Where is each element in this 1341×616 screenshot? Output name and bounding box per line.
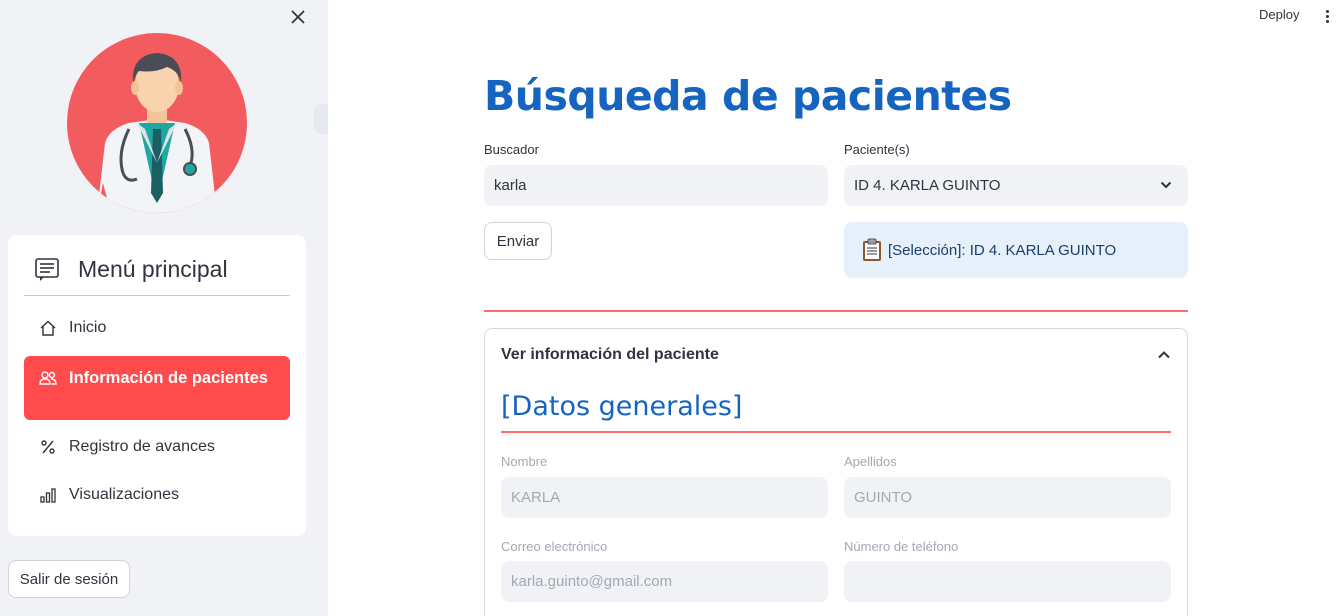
deploy-button[interactable]: Deploy	[1259, 7, 1299, 22]
telefono-label: Número de teléfono	[844, 539, 959, 554]
nombre-field[interactable]: KARLA	[501, 477, 828, 518]
menu-item-label: Visualizaciones	[69, 486, 179, 503]
menu-item-label: Inicio	[69, 319, 107, 336]
patients-select-label: Paciente(s)	[844, 142, 910, 157]
correo-label: Correo electrónico	[501, 539, 608, 554]
main-menu: Menú principal Inicio Información de pac…	[8, 235, 306, 536]
patients-select-value: ID 4. KARLA GUINTO	[854, 177, 1001, 194]
kebab-menu-icon[interactable]	[1321, 6, 1333, 26]
expander-title[interactable]: Ver información del paciente	[501, 346, 719, 364]
section-title: [Datos generales]	[501, 391, 743, 422]
menu-title: Menú principal	[78, 256, 228, 282]
house-icon	[40, 320, 56, 336]
email-field[interactable]: karla.guinto@gmail.com	[501, 561, 828, 602]
patients-select[interactable]: ID 4. KARLA GUINTO	[844, 165, 1188, 206]
selection-info-text: [Selección]: ID 4. KARLA GUINTO	[888, 241, 1117, 259]
search-input[interactable]: karla	[484, 165, 828, 206]
phone-field[interactable]	[844, 561, 1171, 602]
close-icon	[291, 10, 305, 24]
menu-item-label: Información de pacientes	[69, 369, 268, 387]
menu-item-label: Registro de avances	[69, 438, 215, 455]
section-divider	[501, 431, 1171, 433]
doctor-avatar	[67, 33, 247, 213]
menu-item-inicio[interactable]: Inicio	[24, 315, 290, 341]
clipboard-icon	[863, 238, 881, 261]
bar-chart-icon	[40, 488, 56, 503]
logout-button[interactable]: Salir de sesión	[8, 560, 130, 598]
menu-item-informacion-pacientes[interactable]: Información de pacientes	[24, 356, 290, 420]
menu-item-visualizaciones[interactable]: Visualizaciones	[24, 482, 290, 508]
chevron-up-icon[interactable]	[1157, 349, 1171, 361]
close-sidebar-button[interactable]	[287, 6, 309, 28]
apellidos-field[interactable]: GUINTO	[844, 477, 1171, 518]
search-label: Buscador	[484, 142, 539, 157]
divider	[484, 310, 1188, 312]
sidebar: Menú principal Inicio Información de pac…	[0, 0, 328, 616]
people-icon	[39, 371, 57, 385]
percent-icon	[41, 440, 55, 454]
page-title: Búsqueda de pacientes	[484, 72, 1012, 120]
chevron-down-icon	[1160, 181, 1172, 189]
selection-info-box: [Selección]: ID 4. KARLA GUINTO	[844, 222, 1188, 278]
menu-header: Menú principal	[24, 253, 290, 296]
menu-item-registro-avances[interactable]: Registro de avances	[24, 434, 290, 460]
apellidos-label: Apellidos	[844, 454, 897, 469]
patient-info-expander: Ver información del paciente [Datos gene…	[484, 328, 1188, 616]
menu-list-icon	[35, 258, 59, 281]
send-button[interactable]: Enviar	[484, 222, 552, 260]
sidebar-resize-handle[interactable]	[314, 104, 328, 134]
nombre-label: Nombre	[501, 454, 548, 469]
